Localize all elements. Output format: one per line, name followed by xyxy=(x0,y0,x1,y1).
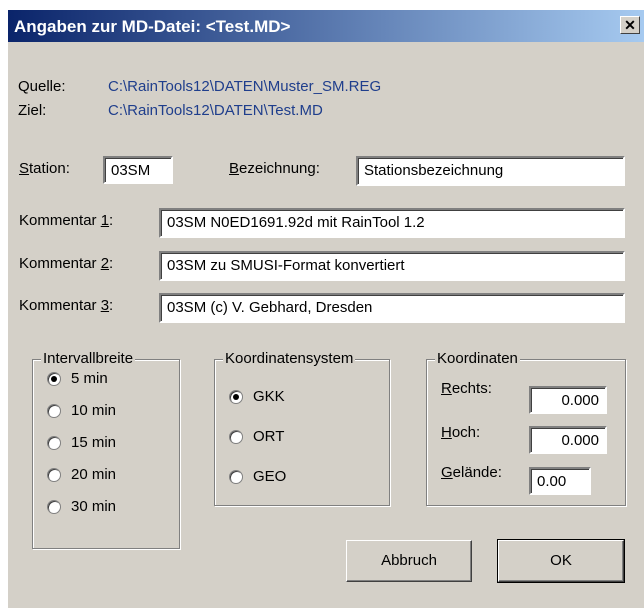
kommentar-1-label: Kommentar 1: xyxy=(19,212,114,229)
kommentar-2-input[interactable]: 03SM zu SMUSI-Format konvertiert xyxy=(159,251,625,281)
radio-checked-icon xyxy=(47,372,61,387)
radio-unchecked-icon xyxy=(229,430,243,445)
close-icon: ✕ xyxy=(624,17,636,33)
koordsystem-group-title: Koordinatensystem xyxy=(223,350,356,367)
station-input[interactable]: 03SM xyxy=(103,156,173,184)
radio-5-min[interactable]: 5 min xyxy=(47,370,108,387)
hoch-label: Hoch: xyxy=(441,424,481,441)
target-label: Ziel: xyxy=(18,102,47,119)
radio-unchecked-icon xyxy=(47,500,61,515)
station-label: Station: xyxy=(19,160,70,177)
radio-30-min[interactable]: 30 min xyxy=(47,498,116,515)
radio-unchecked-icon xyxy=(47,436,61,451)
target-path: C:\RainTools12\DATEN\Test.MD xyxy=(108,102,323,119)
gelaende-label: Gelände: xyxy=(441,464,502,481)
source-label: Quelle: xyxy=(18,78,66,95)
radio-checked-icon xyxy=(229,390,243,405)
ok-button[interactable]: OK xyxy=(497,539,625,583)
close-button[interactable]: ✕ xyxy=(620,16,640,34)
kommentar-3-label: Kommentar 3: xyxy=(19,297,114,314)
cancel-button[interactable]: Abbruch xyxy=(346,540,472,582)
radio-15-min[interactable]: 15 min xyxy=(47,434,116,451)
window-title: Angaben zur MD-Datei: <Test.MD> xyxy=(14,17,291,36)
intervall-group-title: Intervallbreite xyxy=(41,350,136,367)
kommentar-1-input[interactable]: 03SM N0ED1691.92d mit RainTool 1.2 xyxy=(159,208,625,238)
intervall-group: Intervallbreite 5 min 10 min 15 min 20 m… xyxy=(32,350,180,549)
rechts-label: Rechts: xyxy=(441,380,492,397)
gelaende-input[interactable]: 0.00 xyxy=(529,467,591,495)
radio-unchecked-icon xyxy=(47,468,61,483)
rechts-input[interactable]: 0.000 xyxy=(529,386,607,414)
radio-20-min[interactable]: 20 min xyxy=(47,466,116,483)
kommentar-2-label: Kommentar 2: xyxy=(19,255,114,272)
koordinaten-group-title: Koordinaten xyxy=(435,350,520,367)
radio-unchecked-icon xyxy=(47,404,61,419)
radio-geo[interactable]: GEO xyxy=(229,468,286,485)
radio-gkk[interactable]: GKK xyxy=(229,388,285,405)
kommentar-3-input[interactable]: 03SM (c) V. Gebhard, Dresden xyxy=(159,293,625,323)
source-path: C:\RainTools12\DATEN\Muster_SM.REG xyxy=(108,78,382,95)
dialog-window: Angaben zur MD-Datei: <Test.MD> ✕ Quelle… xyxy=(8,10,644,608)
bezeichnung-label: Bezeichnung: xyxy=(229,160,320,177)
radio-ort[interactable]: ORT xyxy=(229,428,284,445)
radio-10-min[interactable]: 10 min xyxy=(47,402,116,419)
bezeichnung-input[interactable]: Stationsbezeichnung xyxy=(356,156,625,186)
radio-unchecked-icon xyxy=(229,470,243,485)
title-bar: Angaben zur MD-Datei: <Test.MD> ✕ xyxy=(8,10,644,42)
koordinaten-group: Koordinaten Rechts: 0.000 Hoch: 0.000 Ge… xyxy=(426,350,626,506)
koordsystem-group: Koordinatensystem GKK ORT GEO xyxy=(214,350,390,506)
hoch-input[interactable]: 0.000 xyxy=(529,426,607,454)
